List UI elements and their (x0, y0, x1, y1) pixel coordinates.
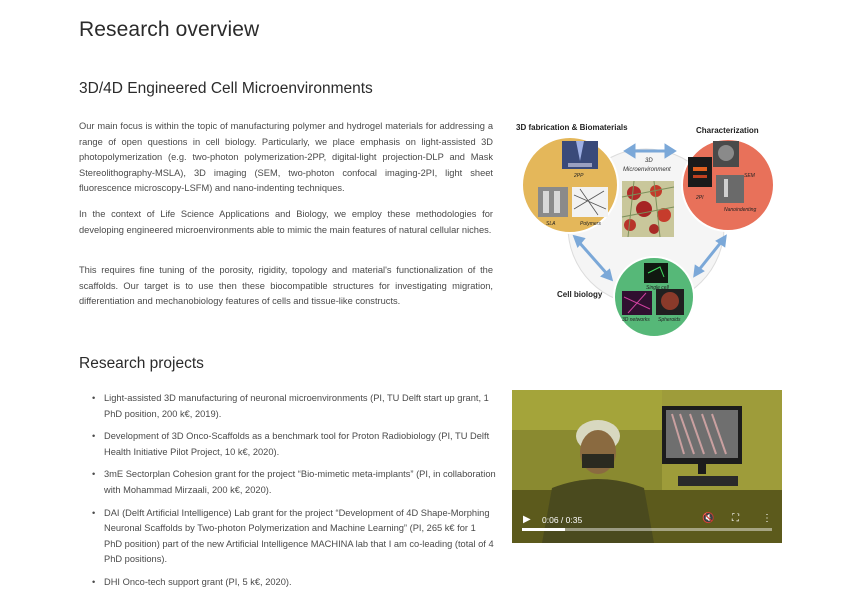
list-item: • DHI Onco-tech support grant (PI, 5 k€, … (92, 575, 496, 591)
project-text: DHI Onco-tech support grant (PI, 5 k€, 2… (104, 576, 292, 587)
projects-list: • Light-assisted 3D manufacturing of neur… (92, 391, 496, 598)
label-spheroids: Spheroids (658, 317, 681, 323)
label-2pi: 2PI (695, 195, 704, 201)
label-nanoindenting: Nanoindenting (724, 207, 756, 213)
project-text: Development of 3D Onco-Scaffolds as a be… (104, 431, 490, 457)
video-player[interactable]: ▶ 0:06 / 0:35 🔇 ⛶ ⋮ (512, 390, 782, 543)
list-item: • Light-assisted 3D manufacturing of neur… (92, 391, 496, 422)
bullet: • (92, 507, 96, 518)
target-paragraph: This requires fine tuning of the porosit… (79, 265, 493, 307)
intro-paragraph: Our main focus is within the topic of ma… (79, 121, 493, 194)
mute-icon[interactable]: 🔇 (702, 513, 714, 524)
section-title-projects: Research projects (79, 355, 204, 372)
video-controls: ▶ 0:06 / 0:35 🔇 ⛶ ⋮ (512, 509, 782, 543)
research-diagram-figure: 3D fabrication & Biomaterials Characteri… (510, 117, 782, 341)
characterization-title: Characterization (696, 126, 759, 135)
bullet: • (92, 393, 96, 403)
label-sla: SLA (546, 221, 556, 227)
bullet: • (92, 431, 96, 442)
section-title-microenvironments: 3D/4D Engineered Cell Microenvironments (79, 80, 373, 97)
list-item: • DAI (Delft Artificial Intelligence) Lab… (92, 506, 496, 568)
label-sem: SEM (744, 173, 756, 179)
video-progress-bar[interactable] (522, 528, 772, 531)
center-label-3d: 3D (645, 158, 653, 164)
project-text: Light-assisted 3D manufacturing of neuro… (104, 393, 489, 419)
label-single-cell: Single cell (646, 285, 670, 291)
list-item: • Development of 3D Onco-Scaffolds as a b… (92, 429, 496, 460)
more-icon[interactable]: ⋮ (762, 513, 772, 524)
fullscreen-icon[interactable]: ⛶ (732, 513, 739, 524)
video-progress-fill (522, 528, 565, 531)
bullet: • (92, 469, 96, 480)
label-2pp: 2PP (573, 173, 584, 179)
center-label-microenvironment: Microenvironment (623, 167, 671, 173)
play-icon[interactable]: ▶ (523, 514, 531, 525)
page-title: Research overview (79, 18, 260, 41)
label-3d-networks: 3D networks (622, 317, 650, 323)
bullet: • (92, 576, 96, 587)
research-diagram: 3D fabrication & Biomaterials Characteri… (516, 123, 775, 338)
list-item: • 3mE Sectorplan Cohesion grant for the p… (92, 467, 496, 498)
cell-biology-title: Cell biology (557, 290, 603, 299)
project-text: DAI (Delft Artificial Intelligence) Lab … (104, 507, 494, 565)
fabrication-title: 3D fabrication & Biomaterials (516, 123, 628, 132)
video-time: 0:06 / 0:35 (542, 515, 583, 525)
scaffold-image (621, 180, 675, 238)
project-text: 3mE Sectorplan Cohesion grant for the pr… (104, 469, 496, 495)
context-paragraph: In the context of Life Science Applicati… (79, 209, 493, 235)
label-polymers: Polymers (580, 221, 601, 227)
